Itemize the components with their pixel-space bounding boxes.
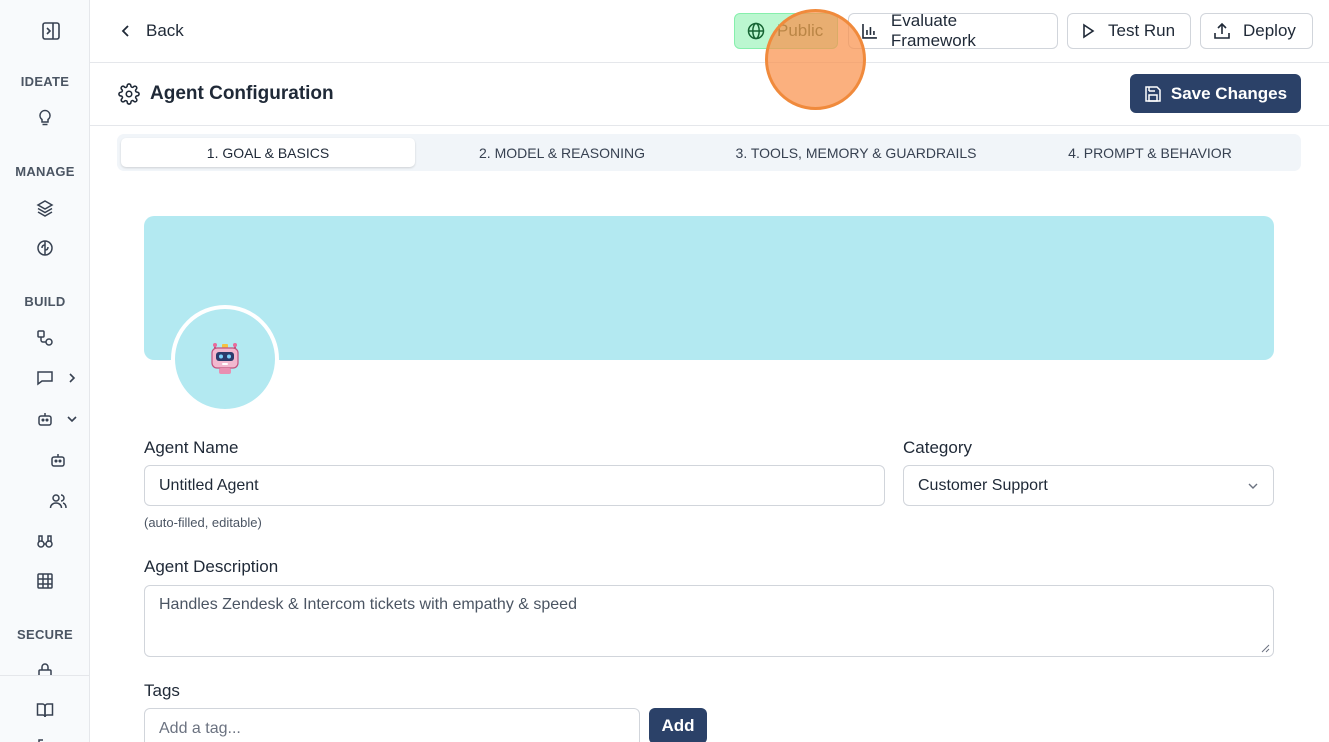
sidebar-section-secure: SECURE	[17, 627, 73, 642]
add-tag-button[interactable]: Add	[649, 708, 707, 742]
lightbulb-icon[interactable]	[35, 108, 55, 128]
category-select[interactable]: Customer Support	[903, 465, 1274, 506]
category-value: Customer Support	[918, 476, 1048, 494]
agent-description-value: Handles Zendesk & Intercom tickets with …	[159, 596, 577, 613]
save-changes-button[interactable]: Save Changes	[1130, 74, 1301, 113]
public-label: Public	[777, 21, 824, 40]
page-title-text: Agent Configuration	[150, 83, 334, 104]
page-title: Agent Configuration	[118, 83, 334, 105]
sidebar-footer	[0, 675, 89, 742]
workflow-icon[interactable]	[35, 328, 55, 348]
sidebar: IDEATE MANAGE BUILD SECURE	[0, 0, 90, 742]
resize-handle-icon[interactable]	[1260, 643, 1270, 653]
back-label: Back	[146, 21, 184, 40]
deploy-label: Deploy	[1243, 21, 1296, 40]
binoculars-icon[interactable]	[35, 531, 55, 551]
globe-icon	[747, 22, 765, 40]
tab-goal-basics[interactable]: 1. GOAL & BASICS	[121, 138, 415, 167]
chevron-down-icon	[1248, 483, 1258, 489]
agent-name-field[interactable]: Untitled Agent	[144, 465, 885, 506]
agent-name-label: Agent Name	[144, 438, 239, 457]
save-changes-label: Save Changes	[1170, 83, 1288, 103]
save-icon	[1145, 85, 1161, 102]
robot-icon	[211, 343, 239, 374]
upload-icon	[1214, 22, 1230, 39]
agent-name-hint: (auto-filled, editable)	[144, 515, 262, 530]
chat-icon[interactable]	[35, 368, 55, 388]
sidebar-section-manage: MANAGE	[15, 164, 75, 179]
tab-tools-memory-guardrails[interactable]: 3. TOOLS, MEMORY & GUARDRAILS	[709, 138, 1003, 167]
chevron-down-icon[interactable]	[65, 412, 79, 426]
evaluate-framework-button[interactable]: Evaluate Framework	[848, 11, 1058, 50]
agent-banner[interactable]	[144, 216, 1274, 360]
tab-prompt-behavior[interactable]: 4. PROMPT & BEHAVIOR	[1003, 138, 1297, 167]
public-toggle-button[interactable]: Public	[734, 13, 838, 49]
back-button[interactable]: Back	[120, 19, 184, 43]
bar-chart-icon	[862, 24, 877, 39]
book-icon[interactable]	[35, 700, 55, 720]
sidebar-section-ideate: IDEATE	[20, 74, 70, 89]
agent-description-field[interactable]: Handles Zendesk & Intercom tickets with …	[144, 585, 1274, 657]
gear-icon	[118, 83, 140, 105]
agent-bot-icon[interactable]	[48, 450, 68, 470]
sidebar-toggle-icon[interactable]	[40, 20, 62, 42]
brain-icon[interactable]	[35, 238, 55, 258]
category-label: Category	[903, 438, 972, 457]
config-tabs: 1. GOAL & BASICS 2. MODEL & REASONING 3.…	[117, 134, 1301, 171]
chevron-left-icon	[121, 25, 129, 37]
test-run-button[interactable]: Test Run	[1067, 13, 1191, 49]
chevron-right-icon[interactable]	[65, 371, 79, 385]
tags-label: Tags	[144, 681, 180, 700]
tag-input[interactable]: Add a tag...	[144, 708, 640, 742]
config-header: Agent Configuration Save Changes	[90, 63, 1329, 126]
agent-name-value: Untitled Agent	[159, 476, 259, 494]
avatar[interactable]	[171, 305, 279, 413]
bot-icon[interactable]	[35, 409, 55, 429]
evaluate-label: Evaluate Framework	[890, 11, 976, 50]
tab-model-reasoning[interactable]: 2. MODEL & REASONING	[415, 138, 709, 167]
agent-description-label: Agent Description	[144, 557, 279, 576]
deploy-button[interactable]: Deploy	[1200, 13, 1313, 49]
sidebar-section-build: BUILD	[24, 294, 66, 309]
logout-icon[interactable]	[35, 736, 55, 742]
layers-icon[interactable]	[35, 198, 55, 218]
test-run-label: Test Run	[1108, 21, 1176, 40]
play-icon	[1083, 23, 1095, 39]
tag-input-placeholder: Add a tag...	[159, 719, 241, 737]
users-icon[interactable]	[48, 491, 68, 511]
table-icon[interactable]	[35, 571, 55, 591]
top-bar: Back Public Evaluate Framework Test Run …	[90, 0, 1329, 63]
